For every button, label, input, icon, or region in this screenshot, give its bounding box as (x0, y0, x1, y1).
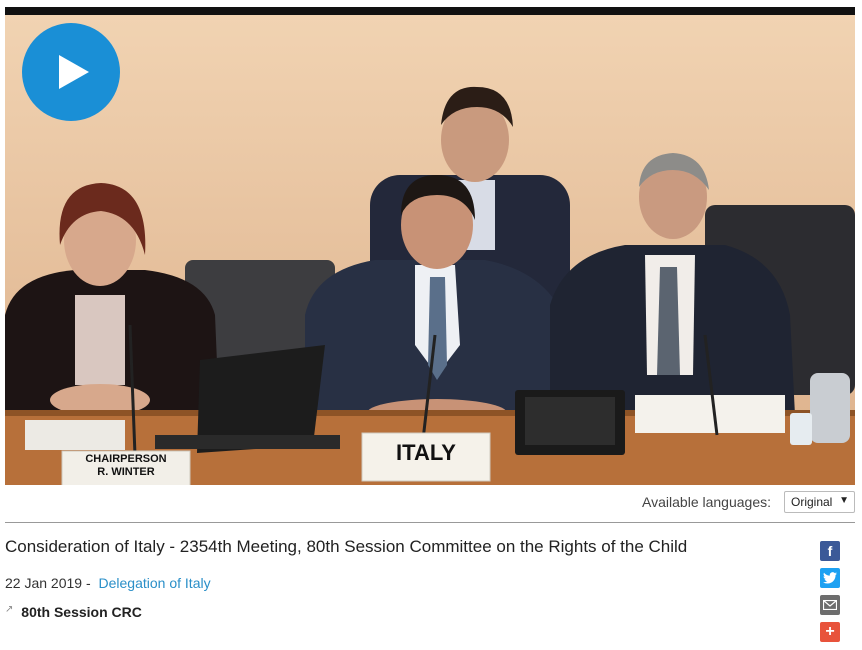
meeting-date: 22 Jan 2019 - (5, 575, 91, 591)
language-select[interactable]: Original ▼ (784, 491, 855, 513)
facebook-icon: f (827, 543, 833, 559)
chevron-down-icon: ▼ (839, 495, 849, 506)
session-label[interactable]: 80th Session CRC (21, 604, 142, 620)
more-share-button[interactable]: + (820, 622, 840, 642)
email-share-button[interactable] (820, 595, 840, 615)
nameplate-country: ITALY (396, 440, 456, 465)
external-link-icon: ↗ (5, 604, 14, 615)
divider (5, 522, 855, 523)
plus-icon: + (825, 623, 835, 640)
available-languages-label: Available languages: (642, 494, 771, 510)
play-icon (59, 55, 89, 89)
nameplate-chairperson: CHAIRPERSON R. WINTER (67, 453, 185, 479)
video-frame (5, 15, 855, 485)
video-player[interactable]: CHAIRPERSON R. WINTER ITALY (5, 7, 855, 485)
twitter-share-button[interactable] (820, 568, 840, 588)
twitter-icon (823, 572, 837, 584)
meeting-title: Consideration of Italy - 2354th Meeting,… (5, 537, 688, 556)
video-top-bar (5, 7, 855, 15)
delegation-link[interactable]: Delegation of Italy (99, 575, 211, 591)
nameplate-chairperson-line1: CHAIRPERSON (85, 453, 167, 465)
language-select-value: Original (791, 495, 833, 509)
facebook-share-button[interactable]: f (820, 541, 840, 561)
nameplate-chairperson-line2: R. WINTER (97, 466, 155, 478)
play-button[interactable] (22, 23, 120, 121)
video-page: CHAIRPERSON R. WINTER ITALY Available la… (0, 0, 862, 650)
meeting-meta: 22 Jan 2019 - Delegation of Italy (5, 575, 211, 591)
session-link-row[interactable]: ↗ 80th Session CRC (5, 604, 142, 620)
mail-icon (823, 600, 837, 610)
languages-row: Available languages: Original ▼ (5, 489, 855, 515)
